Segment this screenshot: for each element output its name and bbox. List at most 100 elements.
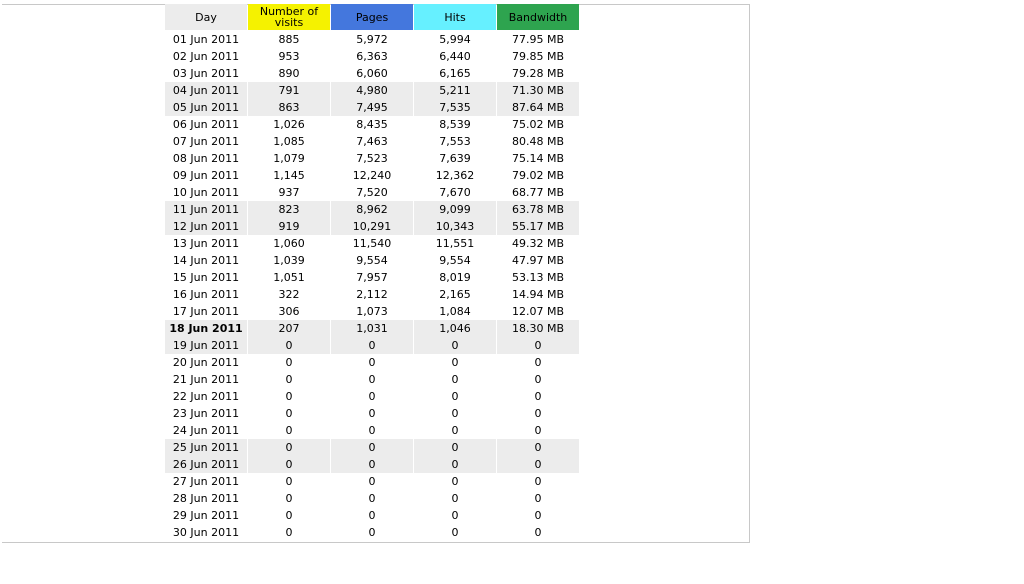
table-row: 14 Jun 2011 1,039 9,554 9,554 47.97 MB (165, 252, 579, 269)
pages-cell: 0 (368, 491, 376, 505)
day-cell: 22 Jun 2011 (172, 389, 240, 403)
bandwidth-cell: 0 (534, 372, 542, 386)
bandwidth-cell: 79.02 MB (511, 168, 565, 182)
pages-cell: 0 (368, 423, 376, 437)
table-row: 05 Jun 2011 863 7,495 7,535 87.64 MB (165, 99, 579, 116)
hits-cell: 0 (451, 423, 459, 437)
pages-cell: 7,957 (356, 270, 388, 284)
bandwidth-cell: 18.30 MB (497, 320, 579, 337)
pages-cell: 1,073 (356, 304, 388, 318)
visits-cell: 0 (285, 355, 293, 369)
bandwidth-cell: 0 (534, 355, 542, 369)
table-row: 15 Jun 2011 1,051 7,957 8,019 53.13 MB (165, 269, 579, 286)
table-row: 08 Jun 2011 1,079 7,523 7,639 75.14 MB (165, 150, 579, 167)
day-cell: 25 Jun 2011 (165, 439, 247, 456)
pages-cell: 0 (368, 474, 376, 488)
day-cell: 11 Jun 2011 (165, 201, 247, 218)
pages-cell: 7,523 (356, 151, 388, 165)
hits-cell: 9,099 (414, 201, 496, 218)
day-cell: 12 Jun 2011 (165, 218, 247, 235)
table-row: 23 Jun 2011 0 0 0 0 (165, 405, 579, 422)
bandwidth-cell: 0 (497, 439, 579, 456)
visits-cell: 791 (248, 82, 330, 99)
visits-cell: 937 (278, 185, 300, 199)
day-cell: 01 Jun 2011 (172, 32, 240, 46)
bandwidth-cell: 0 (534, 525, 542, 539)
pages-cell: 0 (368, 372, 376, 386)
visits-cell: 306 (278, 304, 300, 318)
pages-cell: 7,520 (356, 185, 388, 199)
day-cell: 05 Jun 2011 (165, 99, 247, 116)
hits-cell: 5,994 (439, 32, 471, 46)
bandwidth-cell: 75.14 MB (511, 151, 565, 165)
visits-cell: 0 (248, 456, 330, 473)
bandwidth-cell: 71.30 MB (497, 82, 579, 99)
visits-cell: 890 (278, 66, 300, 80)
visits-cell: 322 (278, 287, 300, 301)
hits-cell: 11,551 (435, 236, 475, 250)
table-row: 06 Jun 2011 1,026 8,435 8,539 75.02 MB (165, 116, 579, 133)
day-cell: 09 Jun 2011 (172, 168, 240, 182)
pages-cell: 0 (331, 439, 413, 456)
pages-cell: 0 (331, 456, 413, 473)
hits-cell: 9,554 (439, 253, 471, 267)
day-cell: 23 Jun 2011 (172, 406, 240, 420)
visits-cell: 863 (248, 99, 330, 116)
hits-cell: 0 (451, 525, 459, 539)
table-row: 01 Jun 2011 885 5,972 5,994 77.95 MB (165, 31, 579, 48)
hits-cell: 0 (414, 456, 496, 473)
pages-cell: 2,112 (356, 287, 388, 301)
day-cell: 13 Jun 2011 (172, 236, 240, 250)
table-row: 20 Jun 2011 0 0 0 0 (165, 354, 579, 371)
bandwidth-cell: 0 (497, 337, 579, 354)
table-row: 11 Jun 2011 823 8,962 9,099 63.78 MB (165, 201, 579, 218)
table-row: 02 Jun 2011 953 6,363 6,440 79.85 MB (165, 48, 579, 65)
hits-cell: 0 (451, 389, 459, 403)
visits-cell: 0 (285, 491, 293, 505)
table-row: 07 Jun 2011 1,085 7,463 7,553 80.48 MB (165, 133, 579, 150)
day-cell: 18 Jun 2011 (165, 320, 247, 337)
header-hits: Hits (414, 4, 496, 31)
pages-cell: 0 (368, 525, 376, 539)
bandwidth-cell: 63.78 MB (497, 201, 579, 218)
bandwidth-cell: 0 (534, 423, 542, 437)
visits-cell: 1,051 (273, 270, 305, 284)
visits-cell: 0 (248, 337, 330, 354)
hits-cell: 0 (414, 337, 496, 354)
day-cell: 27 Jun 2011 (172, 474, 240, 488)
hits-cell: 6,165 (439, 66, 471, 80)
visits-cell: 1,085 (273, 134, 305, 148)
table-row: 13 Jun 2011 1,060 11,540 11,551 49.32 MB (165, 235, 579, 252)
pages-cell: 7,463 (356, 134, 388, 148)
hits-cell: 10,343 (414, 218, 496, 235)
day-cell: 02 Jun 2011 (172, 49, 240, 63)
day-cell: 16 Jun 2011 (172, 287, 240, 301)
pages-cell: 1,031 (331, 320, 413, 337)
hits-cell: 0 (414, 439, 496, 456)
day-cell: 06 Jun 2011 (172, 117, 240, 131)
table-row: 21 Jun 2011 0 0 0 0 (165, 371, 579, 388)
bandwidth-cell: 49.32 MB (511, 236, 565, 250)
day-cell: 26 Jun 2011 (165, 456, 247, 473)
visits-cell: 953 (278, 49, 300, 63)
visits-cell: 823 (248, 201, 330, 218)
hits-cell: 2,165 (439, 287, 471, 301)
hits-cell: 0 (451, 508, 459, 522)
day-cell: 04 Jun 2011 (165, 82, 247, 99)
day-cell: 14 Jun 2011 (172, 253, 240, 267)
day-cell: 20 Jun 2011 (172, 355, 240, 369)
table-row: 16 Jun 2011 322 2,112 2,165 14.94 MB (165, 286, 579, 303)
hits-cell: 7,670 (439, 185, 471, 199)
day-cell: 17 Jun 2011 (172, 304, 240, 318)
table-row: 26 Jun 2011 0 0 0 0 (165, 456, 579, 473)
bandwidth-cell: 14.94 MB (511, 287, 565, 301)
pages-cell: 5,972 (356, 32, 388, 46)
hits-cell: 6,440 (439, 49, 471, 63)
day-cell: 08 Jun 2011 (172, 151, 240, 165)
table-row: 28 Jun 2011 0 0 0 0 (165, 490, 579, 507)
hits-cell: 0 (451, 372, 459, 386)
visits-cell: 1,079 (273, 151, 305, 165)
hits-cell: 8,019 (439, 270, 471, 284)
day-cell: 30 Jun 2011 (172, 525, 240, 539)
pages-cell: 6,363 (356, 49, 388, 63)
